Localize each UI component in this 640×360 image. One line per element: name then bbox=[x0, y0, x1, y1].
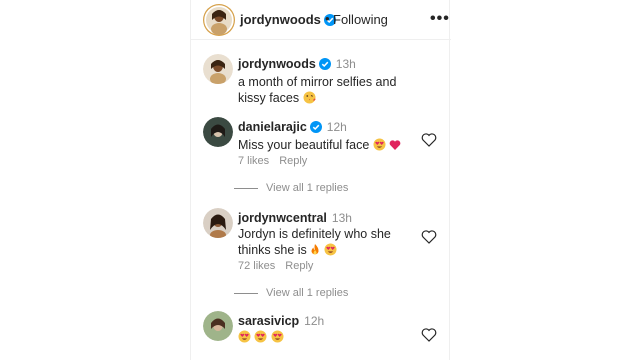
reply-button[interactable]: Reply bbox=[285, 260, 313, 272]
header-avatar[interactable] bbox=[203, 4, 235, 36]
comment-body: sarasivicp 12h bbox=[238, 313, 418, 347]
comment-time[interactable]: 13h bbox=[332, 211, 352, 225]
kissing-face-emoji-icon bbox=[303, 91, 316, 108]
fire-emoji-icon bbox=[310, 244, 320, 260]
comment-meta: 7 likes Reply bbox=[238, 155, 317, 167]
caption-username[interactable]: jordynwoods bbox=[238, 57, 316, 71]
caption-time[interactable]: 13h bbox=[336, 57, 356, 71]
comment-body: danielarajic 12h Miss your beautiful face bbox=[238, 119, 418, 155]
more-options-icon[interactable]: ••• bbox=[430, 10, 450, 28]
heart-eyes-emoji-icon bbox=[254, 330, 267, 347]
reply-button[interactable]: Reply bbox=[279, 155, 307, 167]
replies-divider bbox=[234, 292, 258, 294]
header-username-text[interactable]: jordynwoods bbox=[240, 12, 321, 27]
like-heart-icon[interactable] bbox=[421, 229, 437, 245]
verified-badge-icon bbox=[309, 121, 322, 137]
header-separator: • bbox=[325, 11, 330, 26]
comment-time[interactable]: 12h bbox=[327, 120, 347, 134]
view-replies-button[interactable]: View all 1 replies bbox=[234, 287, 348, 299]
comment-body: jordynwcentral 13h Jordyn is definitely w… bbox=[238, 210, 418, 260]
caption-avatar[interactable] bbox=[203, 54, 233, 84]
red-heart-emoji-icon bbox=[389, 139, 401, 155]
view-replies-label[interactable]: View all 1 replies bbox=[266, 182, 348, 194]
comment-username[interactable]: danielarajic bbox=[238, 120, 307, 134]
post-comments-panel: jordynwoods • Following ••• jordynwoods 1… bbox=[190, 0, 451, 360]
comment-username[interactable]: sarasivicp bbox=[238, 314, 299, 328]
commenter-avatar[interactable] bbox=[203, 311, 233, 341]
heart-eyes-emoji-icon bbox=[238, 330, 251, 347]
view-replies-label[interactable]: View all 1 replies bbox=[266, 287, 348, 299]
heart-eyes-emoji-icon bbox=[373, 138, 386, 155]
commenter-avatar[interactable] bbox=[203, 208, 233, 238]
commenter-avatar[interactable] bbox=[203, 117, 233, 147]
comment-meta: 72 likes Reply bbox=[238, 260, 323, 272]
like-heart-icon[interactable] bbox=[421, 327, 437, 343]
comment-likes[interactable]: 7 likes bbox=[238, 155, 269, 167]
following-button[interactable]: Following bbox=[333, 12, 388, 27]
comment-username[interactable]: jordynwcentral bbox=[238, 211, 327, 225]
heart-eyes-emoji-icon bbox=[324, 243, 337, 260]
post-header: jordynwoods • Following ••• bbox=[191, 0, 451, 40]
comment-likes[interactable]: 72 likes bbox=[238, 260, 275, 272]
verified-badge-icon bbox=[318, 58, 331, 74]
comment-text: Miss your beautiful face bbox=[238, 138, 370, 152]
caption-body: jordynwoods 13h a month of mirror selfies… bbox=[238, 56, 418, 108]
view-replies-button[interactable]: View all 1 replies bbox=[234, 182, 348, 194]
header-username[interactable]: jordynwoods bbox=[240, 12, 336, 29]
comment-time[interactable]: 12h bbox=[304, 314, 324, 328]
heart-eyes-emoji-icon bbox=[271, 330, 284, 347]
caption-text: a month of mirror selfies and kissy face… bbox=[238, 75, 397, 105]
like-heart-icon[interactable] bbox=[421, 132, 437, 148]
replies-divider bbox=[234, 187, 258, 189]
